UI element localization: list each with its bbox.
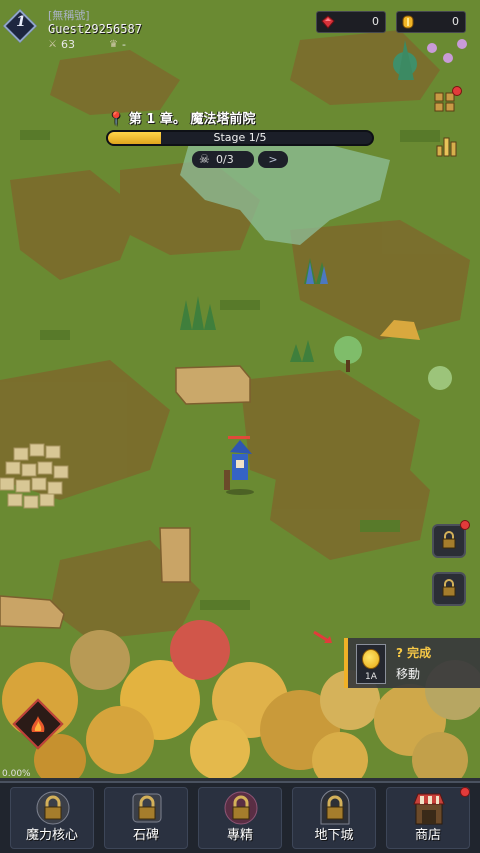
kill-counter: ☠ 0/3 bbox=[192, 151, 254, 168]
bottom-nav: 魔力核心 石碑 專精 地下城 商店 bbox=[0, 781, 480, 853]
nav-label: 魔力核心 bbox=[25, 828, 78, 843]
nav-shop[interactable]: 商店 bbox=[386, 787, 470, 849]
gold-coin-icon bbox=[402, 15, 414, 29]
power-value: 63 bbox=[60, 38, 75, 51]
locked-feature-button-2[interactable] bbox=[432, 572, 466, 606]
notification-dot bbox=[452, 86, 462, 96]
quest-status-text: 完成 bbox=[407, 646, 432, 660]
player-title-tag: [無稱號] bbox=[48, 9, 90, 22]
lock-icon bbox=[36, 791, 70, 825]
fireball-icon[interactable] bbox=[26, 712, 50, 736]
locked-feature-button-1[interactable] bbox=[432, 524, 466, 558]
stage-progress-bar: Stage 1/5 bbox=[106, 130, 374, 146]
lock-icon bbox=[442, 531, 456, 549]
nav-label: 商店 bbox=[414, 828, 441, 843]
chevron-right-icon: > bbox=[268, 153, 278, 166]
player-level: 1 bbox=[16, 14, 26, 30]
chapter-title: 📍 第 1 章。 魔法塔前院 bbox=[108, 108, 255, 127]
gem-counter[interactable]: 0 bbox=[316, 11, 386, 33]
gem-value: 0 bbox=[372, 15, 379, 28]
gold-counter[interactable]: 0 bbox=[396, 11, 466, 33]
player-panel[interactable]: 1 [無稱號] Guest29256587 ⚔ 63 ♛ - bbox=[0, 0, 170, 52]
quest-panel[interactable]: 1A ? 完成 移動 bbox=[344, 638, 480, 688]
rank-value: - bbox=[121, 38, 126, 51]
next-stage-button[interactable]: > bbox=[258, 151, 288, 168]
stage-label: Stage 1/5 bbox=[213, 131, 267, 144]
quest-status: ? 完成 bbox=[396, 644, 431, 661]
lock-icon bbox=[132, 793, 162, 823]
red-gem-icon bbox=[321, 15, 335, 29]
quest-reward: 1A bbox=[356, 644, 386, 684]
pointer-arrow-icon bbox=[313, 630, 332, 644]
lock-icon bbox=[224, 791, 258, 825]
skull-icon: ☠ bbox=[199, 152, 210, 166]
lock-icon bbox=[442, 579, 456, 597]
quest-reward-qty: 1A bbox=[365, 672, 377, 682]
game-map[interactable] bbox=[0, 0, 480, 853]
gold-coin-icon bbox=[362, 649, 380, 669]
quest-name: 移動 bbox=[396, 667, 421, 681]
notification-dot bbox=[460, 520, 470, 530]
nav-label: 石碑 bbox=[132, 828, 159, 843]
notification-dot bbox=[460, 787, 470, 797]
ranking-icon[interactable] bbox=[434, 134, 460, 158]
location-pin-icon: 📍 bbox=[108, 112, 125, 127]
nav-label: 專精 bbox=[226, 828, 253, 843]
lock-icon bbox=[320, 790, 350, 825]
rank-icon: ♛ bbox=[108, 39, 118, 50]
kill-count: 0/3 bbox=[216, 153, 234, 166]
player-name: Guest29256587 bbox=[48, 22, 142, 36]
nav-label: 地下城 bbox=[314, 828, 354, 843]
nav-mastery[interactable]: 專精 bbox=[198, 787, 282, 849]
shop-icon bbox=[413, 793, 445, 825]
sword-icon: ⚔ bbox=[48, 39, 57, 50]
gold-value: 0 bbox=[452, 15, 459, 28]
nav-magic-core[interactable]: 魔力核心 bbox=[10, 787, 94, 849]
chapter-title-text: 第 1 章。 魔法塔前院 bbox=[128, 112, 256, 127]
nav-stele[interactable]: 石碑 bbox=[104, 787, 188, 849]
question-icon: ? bbox=[396, 646, 403, 660]
player-stats: ⚔ 63 ♛ - bbox=[48, 38, 126, 51]
nav-dungeon[interactable]: 地下城 bbox=[292, 787, 376, 849]
